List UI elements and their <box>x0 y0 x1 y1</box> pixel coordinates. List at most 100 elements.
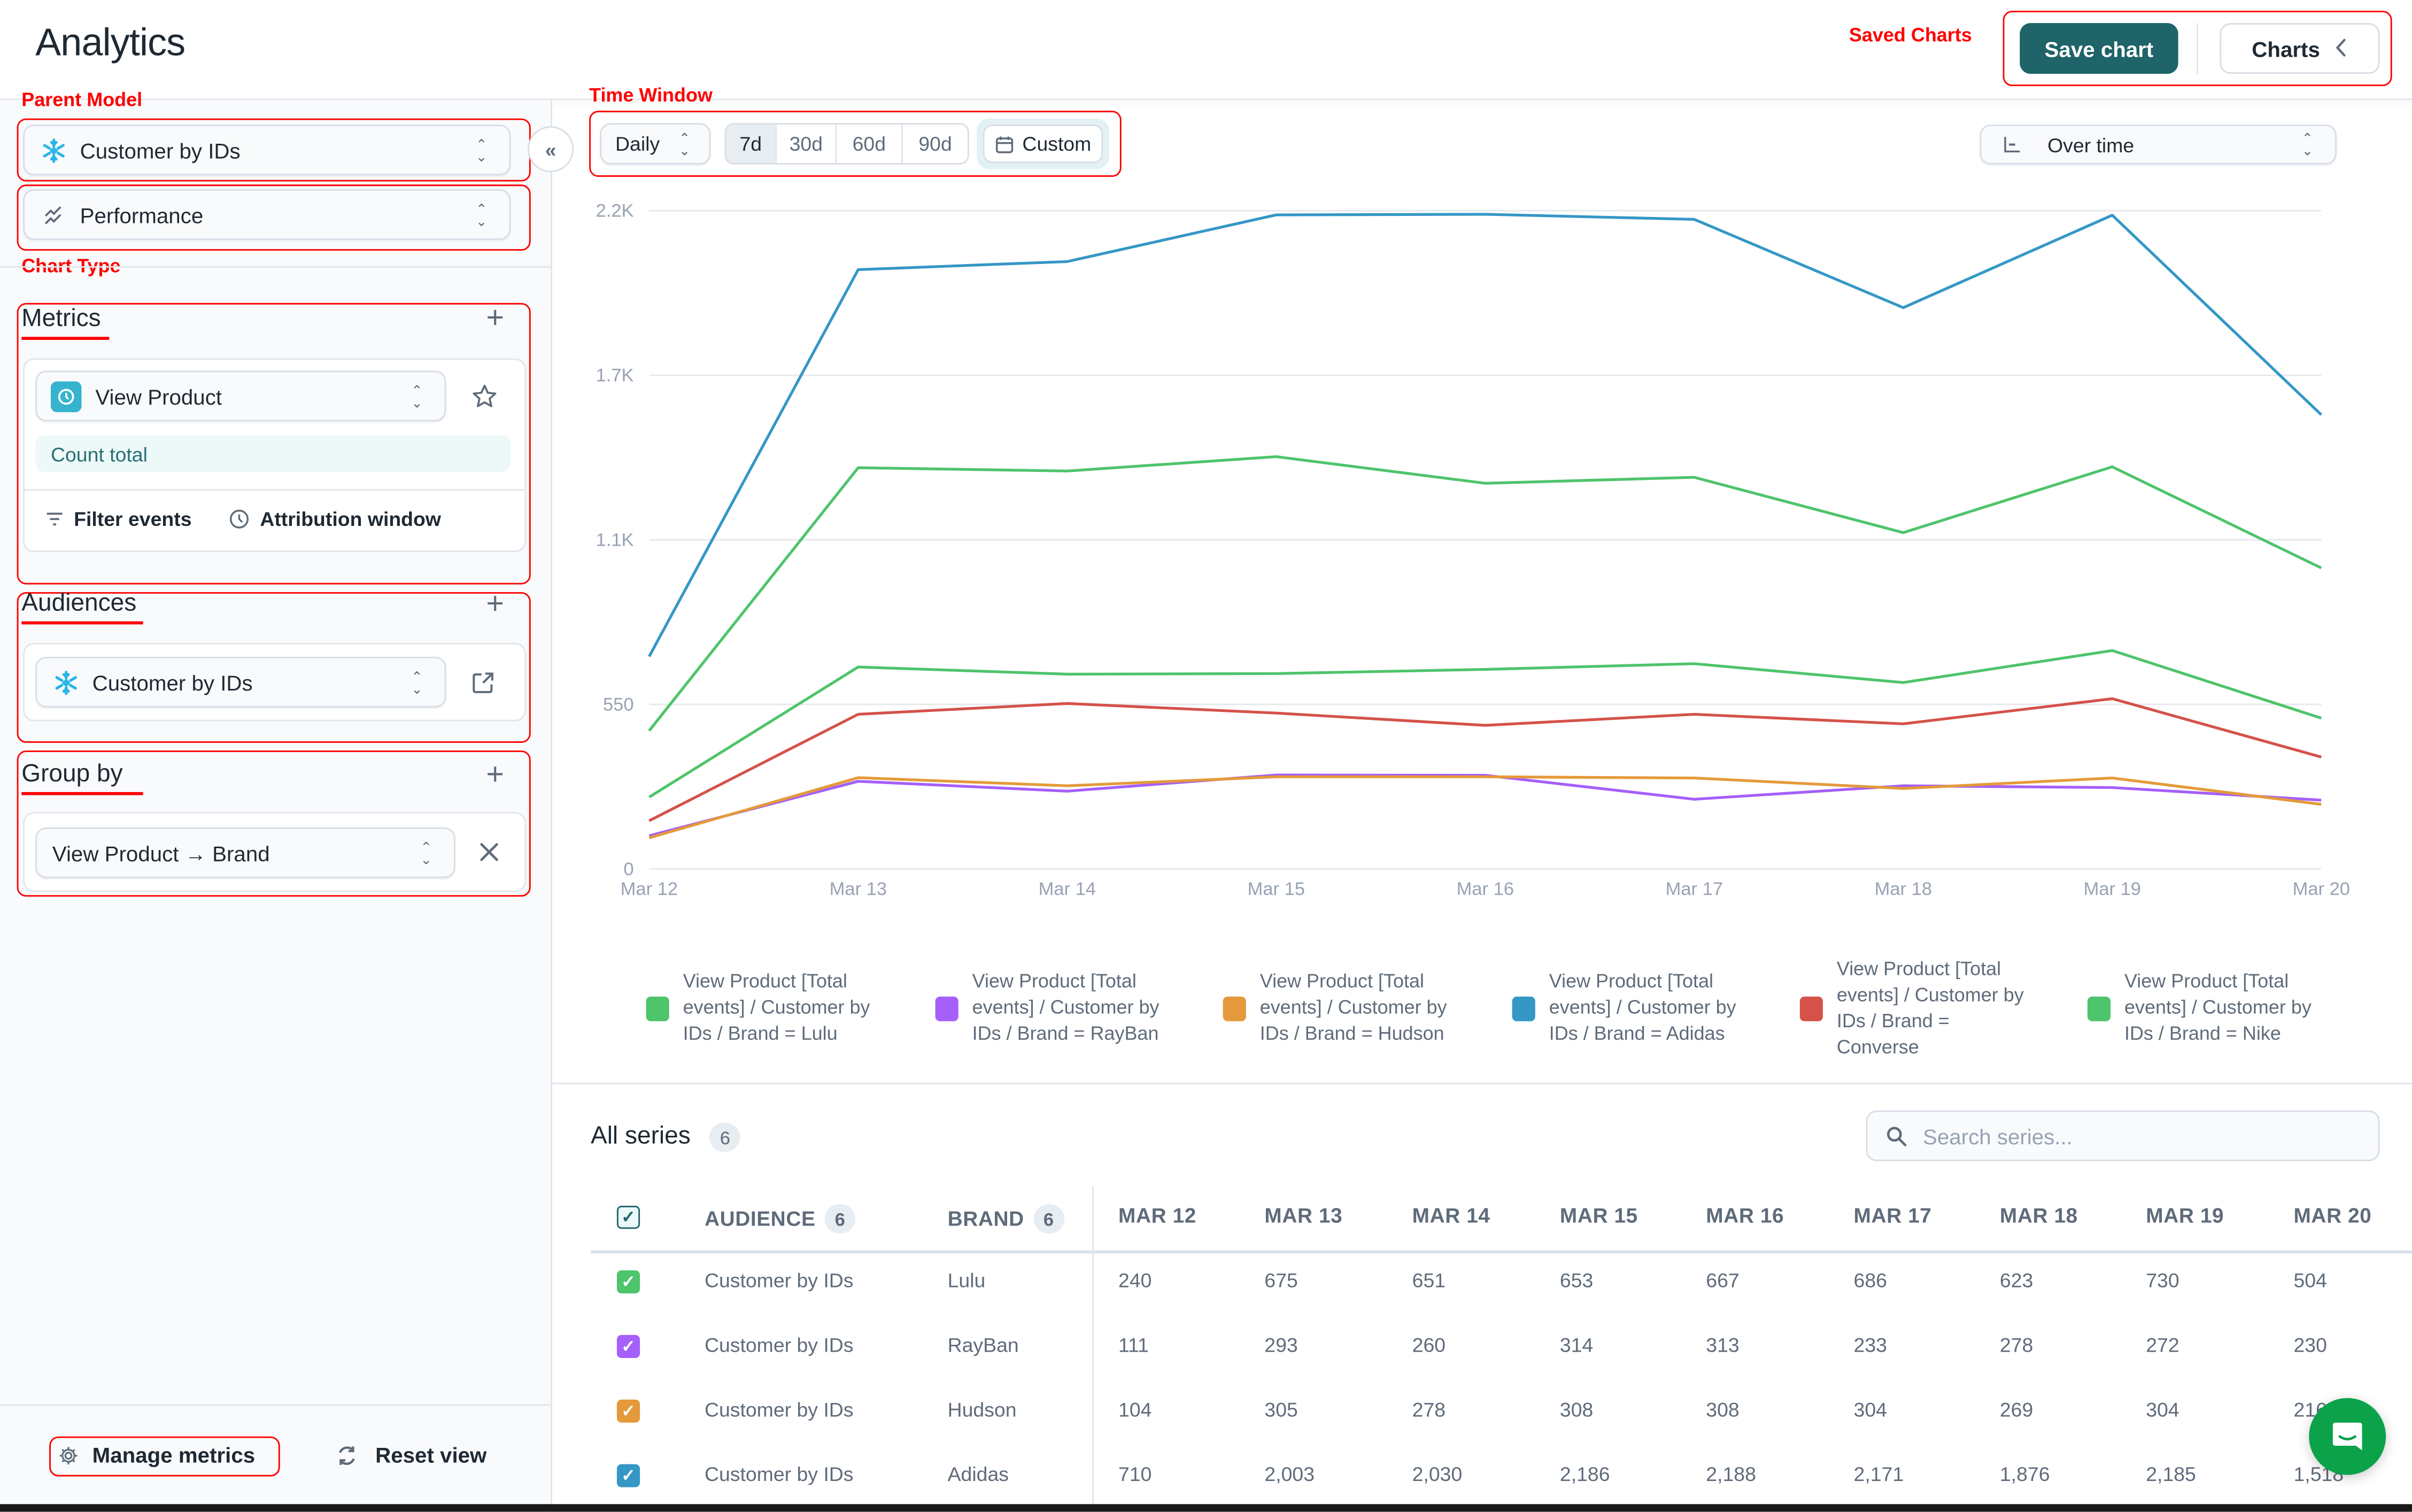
value-cell: 260 <box>1412 1333 1446 1357</box>
column-header-date[interactable]: MAR 17 <box>1854 1204 1932 1227</box>
column-header-date[interactable]: MAR 19 <box>2146 1204 2224 1227</box>
updown-chevron-icon: ⌃ ⌄ <box>411 382 423 410</box>
chat-support-button[interactable] <box>2309 1398 2386 1475</box>
sidebar-divider <box>0 266 551 268</box>
filter-events-button[interactable]: Filter events <box>46 507 192 531</box>
table-row[interactable]: ✓ Customer by IDs Hudson 104 305 278 308 308 304… <box>591 1379 2412 1444</box>
series-line-4[interactable] <box>648 213 2323 657</box>
series-checkbox[interactable]: ✓ <box>616 1270 640 1294</box>
chart-type-select[interactable]: Performance ⌃ ⌄ <box>23 189 511 240</box>
brand-header-label: BRAND <box>947 1207 1024 1231</box>
metric-event-select[interactable]: View Product ⌃ ⌄ <box>35 370 446 422</box>
reset-view-button[interactable]: Reset view <box>335 1443 486 1467</box>
save-chart-label: Save chart <box>2044 36 2154 61</box>
updown-chevron-icon: ⌃ ⌄ <box>475 136 488 164</box>
value-cell: 308 <box>1706 1398 1740 1421</box>
save-chart-button[interactable]: Save chart <box>2020 23 2178 74</box>
manage-metrics-button[interactable]: Manage metrics <box>58 1443 255 1467</box>
audience-cell: Customer by IDs <box>704 1398 854 1421</box>
x-tick-label: Mar 15 <box>1248 879 1305 900</box>
audience-select[interactable]: Customer by IDs ⌃ ⌄ <box>35 656 446 708</box>
group-by-title: Group by <box>21 761 123 788</box>
series-line-6[interactable] <box>648 455 2322 732</box>
series-checkbox[interactable]: ✓ <box>616 1335 640 1358</box>
select-all-checkbox[interactable]: ✓ <box>616 1206 640 1229</box>
group-by-select[interactable]: View Product → Brand ⌃ ⌄ <box>35 827 455 879</box>
legend-item[interactable]: View Product [Total events] / Customer b… <box>1512 950 1746 1066</box>
parent-model-select[interactable]: Customer by IDs ⌃ ⌄ <box>23 125 511 176</box>
column-header-date[interactable]: MAR 15 <box>1560 1204 1638 1227</box>
value-cell: 313 <box>1706 1333 1740 1357</box>
column-header-date[interactable]: MAR 18 <box>2000 1204 2078 1227</box>
column-header-date[interactable]: MAR 20 <box>2294 1204 2372 1227</box>
series-checkbox[interactable]: ✓ <box>616 1399 640 1423</box>
table-row[interactable]: ✓ Customer by IDs Adidas 710 2,003 2,030 2,186… <box>591 1444 2412 1509</box>
range-option-90d[interactable]: 90d <box>903 125 968 164</box>
column-header-date[interactable]: MAR 16 <box>1706 1204 1784 1227</box>
column-header-brand[interactable]: BRAND 6 <box>948 1204 1064 1234</box>
brand-cell: RayBan <box>947 1333 1019 1357</box>
legend-label: View Product [Total events] / Customer b… <box>1549 970 1736 1044</box>
search-series-input[interactable] <box>1920 1122 2378 1150</box>
column-header-audience[interactable]: AUDIENCE 6 <box>705 1204 856 1234</box>
button-divider <box>2197 23 2199 74</box>
value-cell: 730 <box>2146 1269 2179 1292</box>
performance-icon <box>40 204 68 225</box>
legend-label: View Product [Total events] / Customer b… <box>1836 957 2024 1058</box>
open-audience-button[interactable] <box>471 671 496 703</box>
search-series-field[interactable] <box>1866 1110 2380 1161</box>
value-cell: 269 <box>1999 1398 2034 1421</box>
favorite-star-button[interactable] <box>471 383 499 418</box>
granularity-select[interactable]: Daily ⌃ ⌄ <box>600 123 711 165</box>
table-row[interactable]: ✓ Customer by IDs RayBan 111 293 260 314 313 233… <box>591 1315 2412 1379</box>
line-chart-axis-icon <box>1998 135 2026 154</box>
legend-item[interactable]: View Product [Total events] / Customer b… <box>935 950 1169 1066</box>
charts-label: Charts <box>2252 36 2320 61</box>
annotation-parent-model: Parent Model <box>21 89 143 111</box>
analytics-page: Analytics Saved Charts Save chart Charts… <box>0 0 2412 1512</box>
series-checkbox[interactable]: ✓ <box>616 1464 640 1487</box>
column-header-date[interactable]: MAR 14 <box>1412 1204 1490 1227</box>
search-icon <box>1887 1126 1907 1146</box>
range-option-7d[interactable]: 7d <box>726 125 777 164</box>
column-header-date[interactable]: MAR 12 <box>1118 1204 1196 1227</box>
table-row[interactable]: ✓ Customer by IDs Lulu 240 675 651 653 667 686 62… <box>591 1250 2412 1315</box>
legend-item[interactable]: View Product [Total events] / Customer b… <box>2087 950 2321 1066</box>
external-link-icon <box>473 672 493 693</box>
value-cell: 278 <box>1999 1333 2034 1357</box>
add-group-by-button[interactable]: + <box>486 760 504 791</box>
x-tick-label: Mar 19 <box>2084 879 2141 900</box>
legend-label: View Product [Total events] / Customer b… <box>683 970 870 1044</box>
series-line-5[interactable] <box>648 697 2322 823</box>
value-cell: 304 <box>1853 1398 1887 1421</box>
charts-button[interactable]: Charts <box>2220 23 2380 74</box>
add-audience-button[interactable]: + <box>486 589 504 620</box>
y-tick-label: 1.7K <box>596 366 634 386</box>
view-mode-select[interactable]: Over time ⌃ ⌄ <box>1980 125 2337 165</box>
series-line-2[interactable] <box>648 773 2322 838</box>
filter-icon <box>47 513 63 526</box>
section-divider <box>552 1082 2412 1084</box>
filter-events-label: Filter events <box>74 507 192 531</box>
aggregation-chip[interactable]: Count total <box>35 435 511 472</box>
metric-event-value: View Product <box>95 383 222 409</box>
attribution-window-button[interactable]: Attribution window <box>229 508 441 531</box>
custom-range-button[interactable]: Custom <box>983 125 1103 164</box>
annotation-saved-charts: Saved Charts <box>1849 25 1972 46</box>
audiences-title: Audiences <box>21 590 137 617</box>
legend-item[interactable]: View Product [Total events] / Customer b… <box>1799 950 2034 1066</box>
legend-label: View Product [Total events] / Customer b… <box>1259 970 1447 1044</box>
column-header-date[interactable]: MAR 13 <box>1264 1204 1342 1227</box>
brand-cell: Lulu <box>947 1269 986 1292</box>
legend-swatch <box>1512 996 1535 1021</box>
legend-item[interactable]: View Product [Total events] / Customer b… <box>646 950 880 1066</box>
y-tick-label: 550 <box>603 694 634 715</box>
collapse-sidebar-button[interactable]: « <box>528 126 574 173</box>
parent-model-value: Customer by IDs <box>80 137 241 162</box>
legend-item[interactable]: View Product [Total events] / Customer b… <box>1223 950 1457 1066</box>
add-metric-button[interactable]: + <box>486 303 504 334</box>
range-option-60d[interactable]: 60d <box>837 125 903 164</box>
range-option-30d[interactable]: 30d <box>777 125 837 164</box>
metrics-title: Metrics <box>21 306 101 332</box>
remove-group-by-button[interactable] <box>477 840 501 872</box>
